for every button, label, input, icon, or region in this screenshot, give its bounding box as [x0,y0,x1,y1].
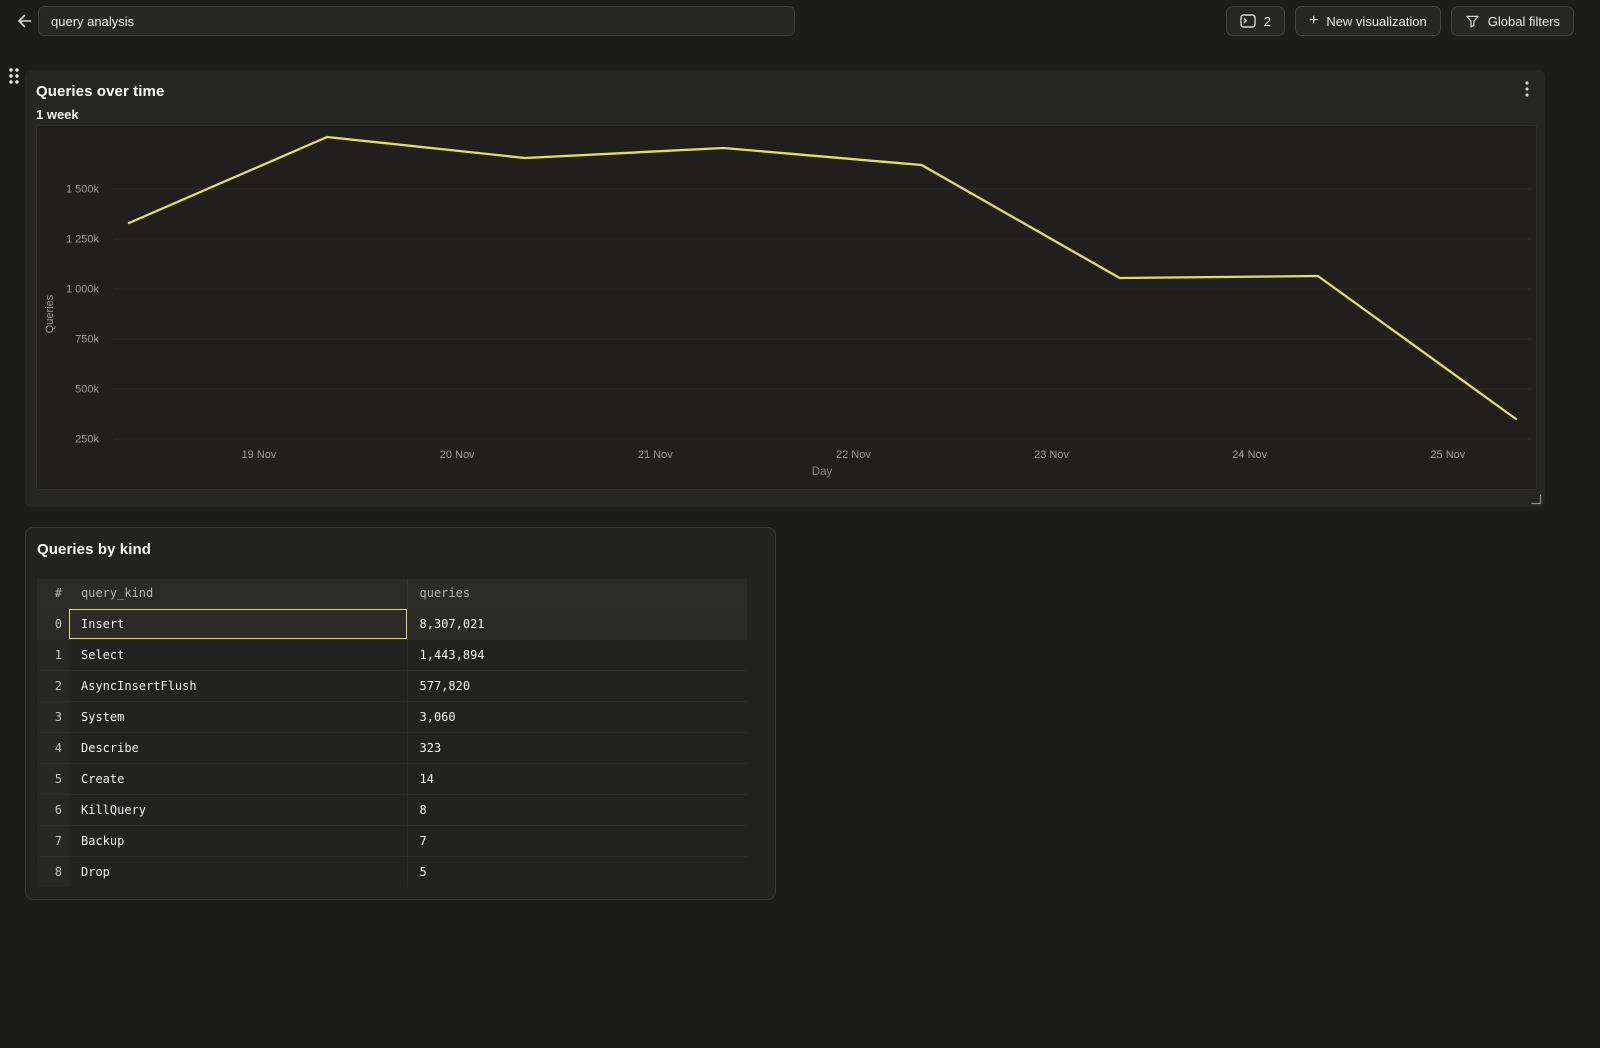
query-kind-cell[interactable]: Select [69,639,407,670]
console-icon [1240,14,1256,28]
table-row: 4Describe323 [37,732,747,763]
row-index-cell[interactable]: 8 [37,856,69,887]
table-row: 6KillQuery8 [37,794,747,825]
table-row: 0Insert8,307,021 [37,608,747,639]
row-index-cell[interactable]: 7 [37,825,69,856]
dashboard-title-input[interactable] [38,6,795,36]
svg-text:1 500k: 1 500k [66,184,100,196]
queries-value-cell[interactable]: 8 [407,794,747,825]
svg-text:21 Nov: 21 Nov [638,449,673,461]
row-index-cell[interactable]: 0 [37,608,69,639]
column-header-queries: queries [407,579,747,608]
row-index-cell[interactable]: 5 [37,763,69,794]
topbar-actions: 2 + New visualization Global filters [1226,6,1574,36]
panel-menu-button[interactable] [1518,79,1536,99]
queries-by-kind-table: # query_kind queries 0Insert8,307,0211Se… [37,579,747,887]
back-button[interactable] [12,11,34,31]
chart-panel-title: Queries over time [36,83,164,100]
svg-text:250k: 250k [75,434,99,446]
query-kind-cell[interactable]: Insert [69,608,407,639]
column-header-query-kind: query_kind [69,579,407,608]
console-count-label: 2 [1264,14,1271,29]
table-row: 7Backup7 [37,825,747,856]
table-row: 8Drop5 [37,856,747,887]
new-visualization-label: New visualization [1326,14,1426,29]
global-filters-button[interactable]: Global filters [1451,6,1574,36]
svg-text:1 000k: 1 000k [66,284,100,296]
queries-value-cell[interactable]: 14 [407,763,747,794]
svg-text:22 Nov: 22 Nov [836,449,871,461]
query-kind-cell[interactable]: Drop [69,856,407,887]
queries-value-cell[interactable]: 1,443,894 [407,639,747,670]
query-kind-cell[interactable]: KillQuery [69,794,407,825]
funnel-icon [1465,14,1480,29]
top-bar: 2 + New visualization Global filters [0,0,1600,42]
table-row: 1Select1,443,894 [37,639,747,670]
selected-cell-outline [69,609,407,639]
svg-text:23 Nov: 23 Nov [1034,449,1069,461]
svg-text:19 Nov: 19 Nov [242,449,277,461]
plus-icon: + [1309,13,1318,29]
queries-by-kind-panel: Queries by kind # query_kind queries 0In… [25,527,776,900]
svg-text:20 Nov: 20 Nov [440,449,475,461]
table-header-row: # query_kind queries [37,579,747,608]
queries-value-cell[interactable]: 5 [407,856,747,887]
query-kind-cell[interactable]: System [69,701,407,732]
query-kind-cell[interactable]: AsyncInsertFlush [69,670,407,701]
svg-text:Day: Day [812,466,833,478]
resize-corner-icon [1531,494,1542,505]
row-index-cell[interactable]: 3 [37,701,69,732]
svg-text:750k: 750k [75,334,99,346]
query-kind-cell[interactable]: Describe [69,732,407,763]
chart-panel-subtitle: 1 week [36,107,79,122]
row-index-cell[interactable]: 4 [37,732,69,763]
query-kind-cell[interactable]: Backup [69,825,407,856]
svg-text:500k: 500k [75,384,99,396]
column-header-index: # [37,579,69,608]
row-index-cell[interactable]: 2 [37,670,69,701]
queries-value-cell[interactable]: 577,820 [407,670,747,701]
svg-text:Queries: Queries [44,294,56,333]
queries-value-cell[interactable]: 3,060 [407,701,747,732]
table-row: 3System3,060 [37,701,747,732]
svg-text:1 250k: 1 250k [66,234,100,246]
panel-resize-handle[interactable] [1531,492,1543,504]
global-filters-label: Global filters [1488,14,1560,29]
query-kind-cell[interactable]: Create [69,763,407,794]
queries-over-time-chart[interactable]: 250k 500k 750k 1 000k 1 250k 1 500k Queries 19 … [36,125,1537,490]
kebab-menu-icon [1525,81,1529,97]
queries-value-cell[interactable]: 7 [407,825,747,856]
arrow-left-icon [14,12,33,30]
svg-text:24 Nov: 24 Nov [1232,449,1267,461]
svg-text:25 Nov: 25 Nov [1430,449,1465,461]
new-visualization-button[interactable]: + New visualization [1295,6,1441,36]
row-index-cell[interactable]: 1 [37,639,69,670]
grip-dots-icon [6,66,22,86]
panel-drag-handle[interactable] [6,66,22,86]
table-row: 5Create14 [37,763,747,794]
row-index-cell[interactable]: 6 [37,794,69,825]
queries-value-cell[interactable]: 8,307,021 [407,608,747,639]
console-count-button[interactable]: 2 [1226,6,1285,36]
table-panel-title: Queries by kind [37,541,151,558]
queries-value-cell[interactable]: 323 [407,732,747,763]
queries-over-time-panel: Queries over time 1 week 250k 500k 750k 1 0… [25,70,1545,507]
table-row: 2AsyncInsertFlush577,820 [37,670,747,701]
